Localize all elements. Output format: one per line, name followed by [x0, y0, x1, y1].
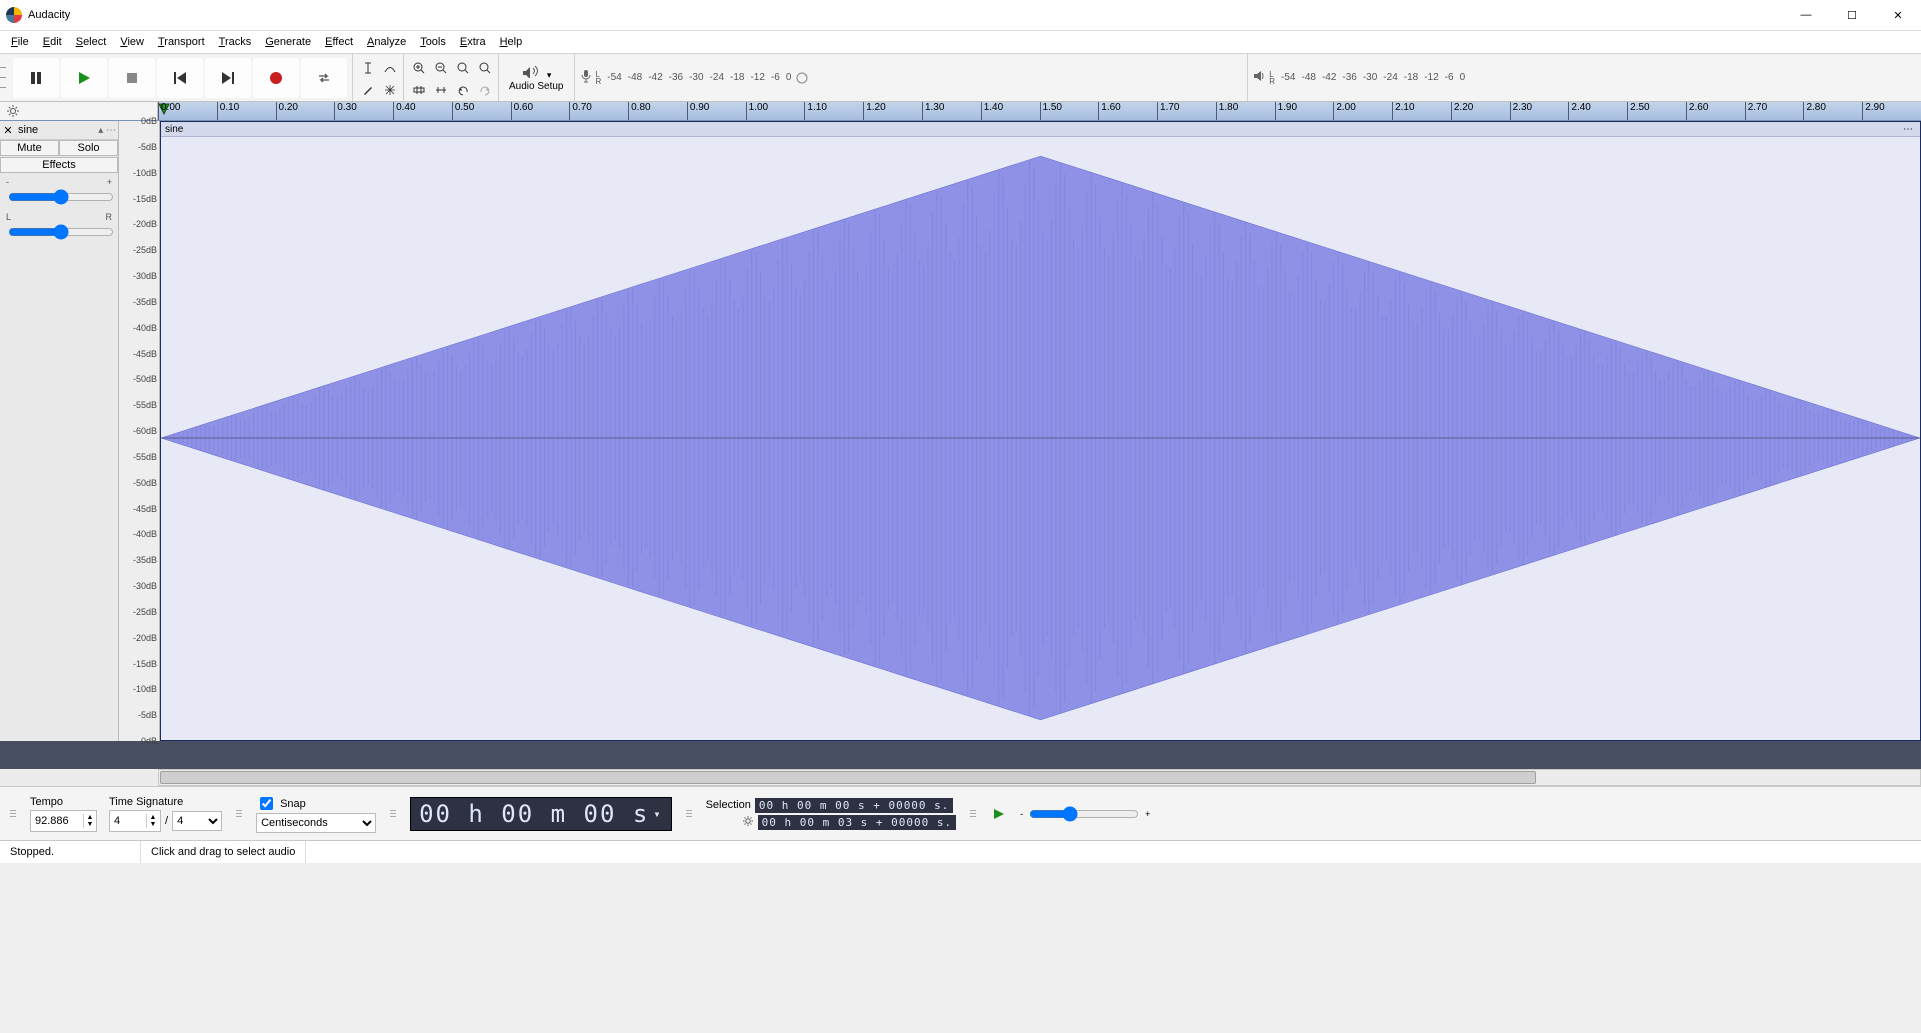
track-control-panel: ✕ sine ▴ ⋯ Mute Solo Effects -+ LR	[0, 121, 119, 741]
transport-toolbar	[8, 54, 353, 101]
timeline-ruler[interactable]: 0.000.100.200.300.400.500.600.700.800.90…	[158, 102, 1921, 120]
speaker-icon	[1252, 69, 1266, 86]
silence-icon[interactable]	[430, 79, 452, 101]
mic-icon	[579, 69, 593, 86]
menubar: FileEditSelectViewTransportTracksGenerat…	[0, 31, 1921, 54]
fit-project-icon[interactable]	[474, 57, 496, 79]
recording-meter[interactable]: LR -54-48-42-36-30-24-18-12-60	[575, 54, 1249, 101]
status-hint: Click and drag to select audio	[141, 841, 306, 863]
edit-toolbar	[404, 54, 499, 101]
timesig-numerator[interactable]: ▲▼	[109, 810, 161, 832]
time-display[interactable]: 00 h 00 m 00 s▾	[410, 797, 672, 831]
redo-icon[interactable]	[474, 79, 496, 101]
bottom-toolbar: Tempo ▲▼ Time Signature ▲▼ / 4 Snap Cent…	[0, 786, 1921, 840]
skip-end-button[interactable]	[205, 58, 251, 98]
fit-selection-icon[interactable]	[452, 57, 474, 79]
minimize-button[interactable]: —	[1783, 0, 1829, 30]
maximize-button[interactable]: ☐	[1829, 0, 1875, 30]
snap-checkbox[interactable]	[260, 797, 273, 810]
selection-label: Selection	[706, 799, 751, 811]
play-button[interactable]	[61, 58, 107, 98]
track-menu-button[interactable]: ▴ ⋯	[86, 125, 116, 136]
zoom-out-icon[interactable]	[430, 57, 452, 79]
audio-setup-button[interactable]: ▾ Audio Setup	[503, 59, 570, 97]
record-button[interactable]	[253, 58, 299, 98]
solo-button[interactable]: Solo	[59, 140, 118, 156]
trim-icon[interactable]	[408, 79, 430, 101]
snap-unit-select[interactable]: Centiseconds	[256, 813, 376, 833]
skip-start-button[interactable]	[157, 58, 203, 98]
selection-start[interactable]: 00 h 00 m 00 s + 00000 s.	[755, 798, 954, 813]
close-button[interactable]: ✕	[1875, 0, 1921, 30]
draw-tool-icon[interactable]	[357, 79, 379, 101]
waveform-canvas	[161, 136, 1920, 740]
play-at-speed-button[interactable]	[990, 805, 1008, 823]
track-name[interactable]: sine	[14, 124, 86, 136]
app-logo-icon	[6, 7, 22, 23]
waveform-view[interactable]: sine ⋯	[160, 121, 1921, 741]
menu-tools[interactable]: Tools	[413, 34, 453, 50]
selection-settings-icon[interactable]	[706, 815, 754, 830]
zoom-in-icon[interactable]	[408, 57, 430, 79]
gain-slider[interactable]	[8, 189, 114, 205]
menu-analyze[interactable]: Analyze	[360, 34, 413, 50]
clip-menu-button[interactable]: ⋯	[1903, 124, 1920, 135]
loop-button[interactable]	[301, 58, 347, 98]
statusbar: Stopped. Click and drag to select audio	[0, 840, 1921, 863]
track-area: ✕ sine ▴ ⋯ Mute Solo Effects -+ LR 0dB-5…	[0, 121, 1921, 741]
timesig-denominator[interactable]: 4	[172, 811, 222, 831]
tracks-background	[0, 741, 1921, 769]
playback-meter[interactable]: LR -54-48-42-36-30-24-18-12-60	[1248, 54, 1921, 101]
envelope-tool-icon[interactable]	[379, 57, 401, 79]
rec-loop-icon	[795, 71, 809, 85]
timeline-ruler-row: 0.000.100.200.300.400.500.600.700.800.90…	[0, 102, 1921, 121]
selection-end[interactable]: 00 h 00 m 03 s + 00000 s.	[758, 815, 957, 830]
multi-tool-icon[interactable]	[379, 79, 401, 101]
stop-button[interactable]	[109, 58, 155, 98]
tools-toolbar	[353, 54, 404, 101]
pan-slider[interactable]	[8, 224, 114, 240]
menu-extra[interactable]: Extra	[453, 34, 493, 50]
mute-button[interactable]: Mute	[0, 140, 59, 156]
effects-button[interactable]: Effects	[0, 157, 118, 173]
status-state: Stopped.	[0, 841, 141, 863]
audio-setup-label: Audio Setup	[509, 81, 564, 92]
menu-tracks[interactable]: Tracks	[212, 34, 259, 50]
horizontal-scrollbar[interactable]	[158, 769, 1921, 786]
menu-effect[interactable]: Effect	[318, 34, 360, 50]
clip-name[interactable]: sine	[165, 124, 183, 135]
selection-tool-icon[interactable]	[357, 57, 379, 79]
titlebar: Audacity — ☐ ✕	[0, 0, 1921, 31]
pause-button[interactable]	[13, 58, 59, 98]
tempo-input[interactable]: ▲▼	[30, 810, 97, 832]
tempo-label: Tempo	[30, 796, 97, 808]
audio-setup-toolbar: ▾ Audio Setup	[499, 54, 575, 101]
menu-help[interactable]: Help	[493, 34, 530, 50]
menu-edit[interactable]: Edit	[36, 34, 69, 50]
menu-file[interactable]: File	[4, 34, 36, 50]
app-title: Audacity	[28, 9, 70, 21]
toolbars: ▾ Audio Setup LR -54-48-42-36-30-24-18-1…	[0, 54, 1921, 102]
horizontal-scrollbar-row	[0, 769, 1921, 786]
undo-icon[interactable]	[452, 79, 474, 101]
playback-speed-slider[interactable]	[1029, 806, 1139, 822]
track-close-button[interactable]: ✕	[2, 124, 14, 137]
snap-label: Snap	[280, 798, 306, 810]
menu-generate[interactable]: Generate	[258, 34, 318, 50]
menu-transport[interactable]: Transport	[151, 34, 212, 50]
menu-select[interactable]: Select	[69, 34, 114, 50]
timesig-label: Time Signature	[109, 796, 222, 808]
db-scale: 0dB-5dB-10dB-15dB-20dB-25dB-30dB-35dB-40…	[119, 121, 160, 741]
timeline-settings-button[interactable]	[0, 102, 158, 120]
menu-view[interactable]: View	[113, 34, 151, 50]
gear-icon	[6, 104, 20, 118]
